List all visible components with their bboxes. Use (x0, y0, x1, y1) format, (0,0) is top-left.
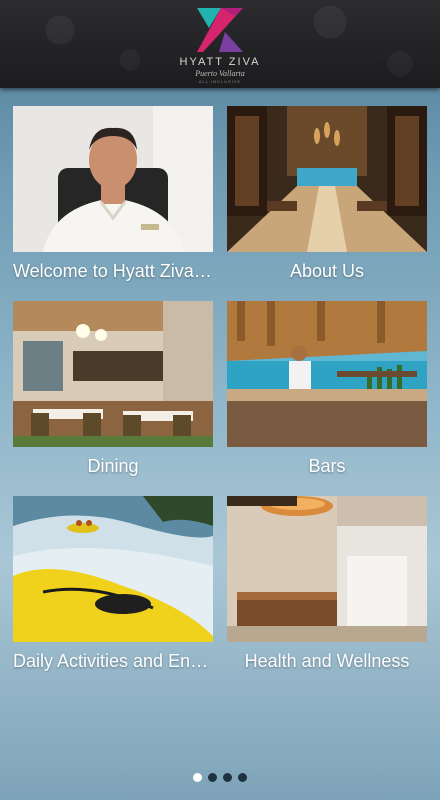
logo-tagline: ALL INCLUSIVE (198, 79, 242, 84)
tile-daily-activities[interactable]: Daily Activities and Entertainment (13, 496, 213, 680)
spa-photo (227, 496, 427, 642)
page-dot-2[interactable] (208, 773, 217, 782)
page-dot-3[interactable] (223, 773, 232, 782)
restaurant-photo (13, 301, 213, 447)
tile-bars-label: Bars (308, 456, 346, 476)
tile-health-wellness-label: Health and Wellness (244, 651, 410, 671)
page-dot-4[interactable] (238, 773, 247, 782)
hyatt-ziva-logo: HYATT ZIVA Puerto Vallarta ALL INCLUSIVE (170, 4, 270, 86)
tile-dining-label: Dining (87, 456, 139, 476)
tile-welcome[interactable]: Welcome to Hyatt Ziva Puerto Vallarta (13, 106, 213, 290)
general-manager-photo (13, 106, 213, 252)
tile-daily-activities-label: Daily Activities and Entertainment (13, 651, 213, 671)
ziva-z-logo-icon (197, 8, 243, 52)
page-indicator[interactable] (190, 773, 250, 783)
lobby-photo (227, 106, 427, 252)
tile-welcome-label: Welcome to Hyatt Ziva Puerto Vallarta (13, 261, 213, 281)
logo-title: HYATT ZIVA (179, 56, 261, 68)
app-header: HYATT ZIVA Puerto Vallarta ALL INCLUSIVE (0, 0, 440, 88)
kayak-photo (13, 496, 213, 642)
tile-about-us-label: About Us (289, 261, 365, 281)
tile-health-wellness[interactable]: Health and Wellness (227, 496, 427, 680)
tile-dining[interactable]: Dining (13, 301, 213, 485)
beach-bar-photo (227, 301, 427, 447)
tile-about-us[interactable]: About Us (227, 106, 427, 290)
logo-subtitle: Puerto Vallarta (195, 69, 245, 78)
page-dot-1[interactable] (193, 773, 202, 782)
tile-bars[interactable]: Bars (227, 301, 427, 485)
